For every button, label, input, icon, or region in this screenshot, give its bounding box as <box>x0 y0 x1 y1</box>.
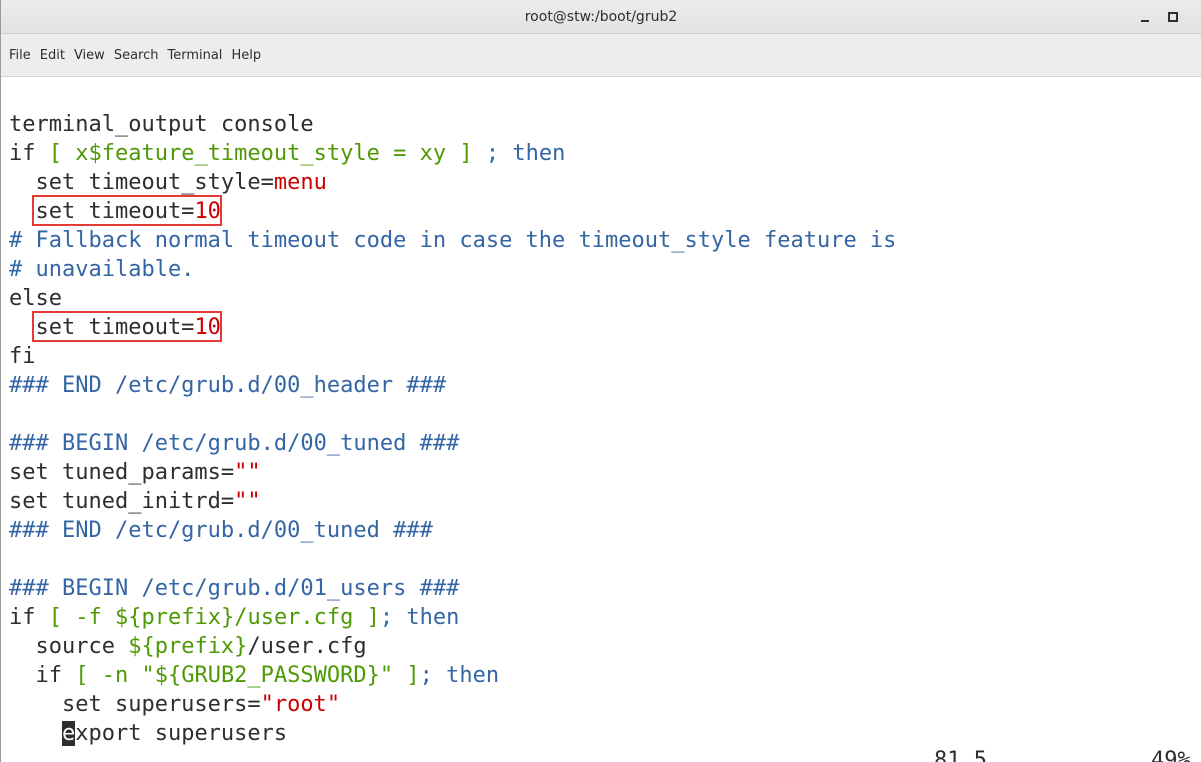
menu-file[interactable]: File <box>9 48 31 63</box>
terminal-line: set tuned_params="" <box>9 458 261 487</box>
scroll-percent: 49% <box>1151 748 1191 762</box>
line-segment: # unavailable. <box>9 257 195 282</box>
line-segment: ### BEGIN /etc/grub.d/01_users ### <box>9 576 460 601</box>
line-segment: ; then <box>379 605 460 630</box>
line-segment: ${prefix} <box>114 605 235 630</box>
line-segment: ### BEGIN /etc/grub.d/00_tuned ### <box>9 431 460 456</box>
terminal-line: set timeout_style=menu <box>9 168 327 197</box>
line-segment: set tuned_initrd= <box>9 489 235 514</box>
title-bar[interactable]: root@stw:/boot/grub2 <box>1 0 1201 34</box>
terminal-window: root@stw:/boot/grub2 File Edit View Sear… <box>0 0 1201 762</box>
terminal-line: fi <box>9 342 36 371</box>
menu-edit[interactable]: Edit <box>40 48 65 63</box>
terminal-line: else <box>9 284 62 313</box>
line-segment: /user.cfg ] <box>234 605 380 630</box>
terminal-line: terminal_output console <box>9 110 314 139</box>
terminal-line: # Fallback normal timeout code in case t… <box>9 226 896 255</box>
line-segment <box>9 721 62 746</box>
terminal-line: if [ x$feature_timeout_style = xy ] ; th… <box>9 139 565 168</box>
highlight-box <box>32 195 222 226</box>
line-segment: menu <box>273 170 327 195</box>
menu-search[interactable]: Search <box>114 48 159 63</box>
terminal-line: # unavailable. <box>9 255 194 284</box>
terminal-line: ### BEGIN /etc/grub.d/00_tuned ### <box>9 429 459 458</box>
line-segment: ### END /etc/grub.d/00_header ### <box>9 373 447 398</box>
window-title: root@stw:/boot/grub2 <box>524 9 678 25</box>
menu-terminal[interactable]: Terminal <box>167 48 222 63</box>
line-segment: /user.cfg <box>247 634 367 659</box>
line-segment: if <box>9 141 49 166</box>
terminal-line: set superusers="root" <box>9 690 340 719</box>
line-segment: "${GRUB2_PASSWORD}" <box>141 663 394 688</box>
terminal-line: ### END /etc/grub.d/00_header ### <box>9 371 446 400</box>
terminal-content[interactable]: terminal_output console if [ x$feature_ti… <box>1 77 1201 762</box>
line-segment: ; then <box>419 663 500 688</box>
line-segment: terminal_output console <box>9 112 314 137</box>
line-segment: if <box>9 605 49 630</box>
terminal-line: source ${prefix}/user.cfg <box>9 632 367 661</box>
text-cursor: e <box>61 721 76 746</box>
menu-view[interactable]: View <box>74 48 105 63</box>
line-segment: set tuned_params= <box>9 460 235 485</box>
line-segment: ] <box>393 663 420 688</box>
minimize-button[interactable] <box>1135 7 1155 27</box>
maximize-button[interactable] <box>1163 7 1183 27</box>
terminal-line: set tuned_initrd="" <box>9 487 261 516</box>
terminal-line: ### BEGIN /etc/grub.d/01_users ### <box>9 574 459 603</box>
line-segment: ; then <box>472 141 566 166</box>
cursor-position: 81,5 <box>934 748 987 762</box>
line-segment: fi <box>9 344 36 369</box>
line-segment: xport superusers <box>75 721 288 746</box>
line-segment: ### END /etc/grub.d/00_tuned ### <box>9 518 433 543</box>
line-segment: "root" <box>260 692 341 717</box>
line-segment: set superusers= <box>9 692 261 717</box>
menu-help[interactable]: Help <box>231 48 261 63</box>
menu-bar: File Edit View Search Terminal Help <box>1 34 1201 77</box>
line-segment: source <box>9 634 129 659</box>
terminal-line: if [ -n "${GRUB2_PASSWORD}" ]; then <box>9 661 499 690</box>
highlight-box <box>32 311 222 342</box>
terminal-line: if [ -f ${prefix}/user.cfg ]; then <box>9 603 459 632</box>
line-segment: ${prefix} <box>128 634 248 659</box>
line-segment: [ x$feature_timeout_style = xy ] <box>48 141 473 166</box>
terminal-line: ### END /etc/grub.d/00_tuned ### <box>9 516 433 545</box>
line-segment: if <box>9 663 76 688</box>
line-segment: # Fallback normal timeout code in case t… <box>9 228 897 253</box>
line-segment: "" <box>234 489 261 514</box>
line-segment: set timeout_style= <box>9 170 274 195</box>
line-segment: "" <box>234 460 261 485</box>
minimize-icon <box>1141 20 1149 22</box>
maximize-icon <box>1168 12 1178 22</box>
line-segment: else <box>9 286 62 311</box>
terminal-line: export superusers <box>9 719 287 748</box>
line-segment: [ -n <box>75 663 142 688</box>
line-segment: [ -f <box>48 605 115 630</box>
